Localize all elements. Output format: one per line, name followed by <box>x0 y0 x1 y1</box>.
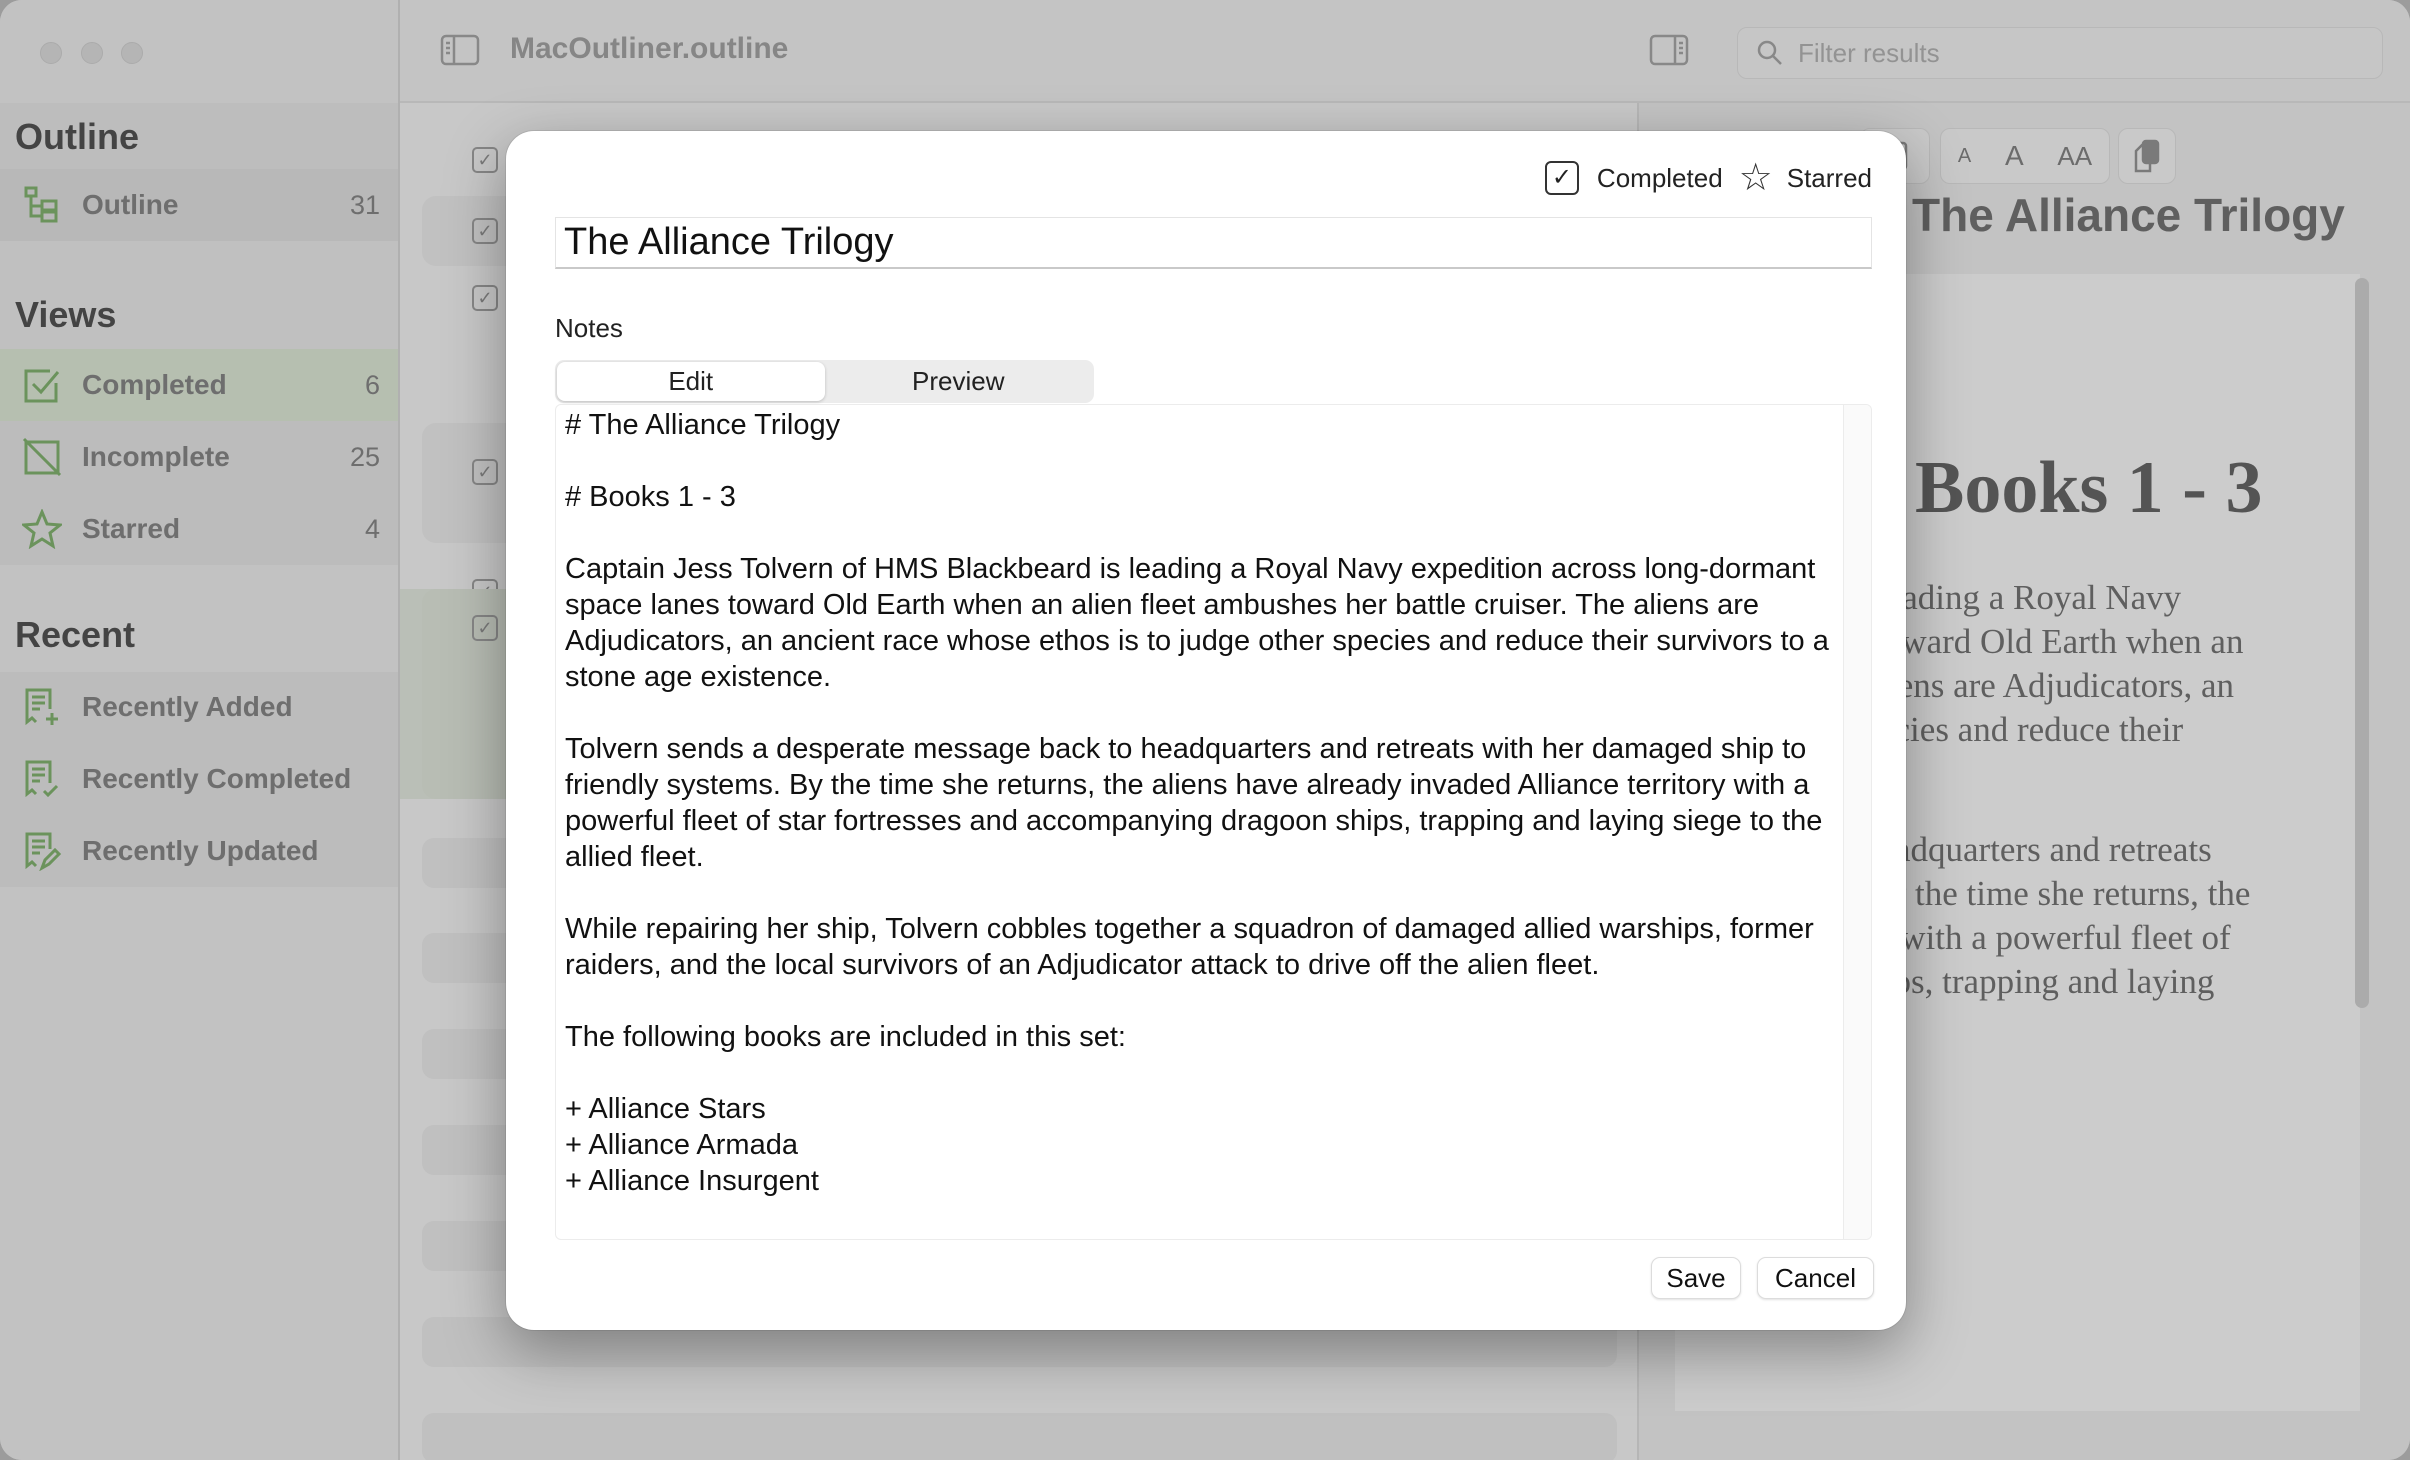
notes-mode-tabs: Edit Preview <box>555 360 1094 403</box>
notes-editor[interactable]: # The Alliance Trilogy # Books 1 - 3 Cap… <box>555 404 1872 1240</box>
starred-label: Starred <box>1786 162 1872 193</box>
notes-text[interactable]: # The Alliance Trilogy # Books 1 - 3 Cap… <box>565 407 1830 1199</box>
cancel-button[interactable]: Cancel <box>1757 1257 1874 1299</box>
row-flags: ✓ Completed ☆ Starred <box>1544 159 1872 197</box>
editor-scrollbar[interactable] <box>1843 405 1871 1239</box>
title-field[interactable] <box>555 217 1872 269</box>
star-icon[interactable]: ☆ <box>1739 159 1773 197</box>
tab-edit[interactable]: Edit <box>557 362 825 401</box>
notes-label: Notes <box>555 313 623 343</box>
completed-checkbox[interactable]: ✓ <box>1544 161 1579 195</box>
tab-preview[interactable]: Preview <box>825 362 1093 401</box>
completed-label: Completed <box>1596 162 1723 193</box>
save-button[interactable]: Save <box>1651 1257 1741 1299</box>
edit-row-dialog: ✓ Completed ☆ Starred Notes Edit Preview… <box>506 131 1906 1330</box>
